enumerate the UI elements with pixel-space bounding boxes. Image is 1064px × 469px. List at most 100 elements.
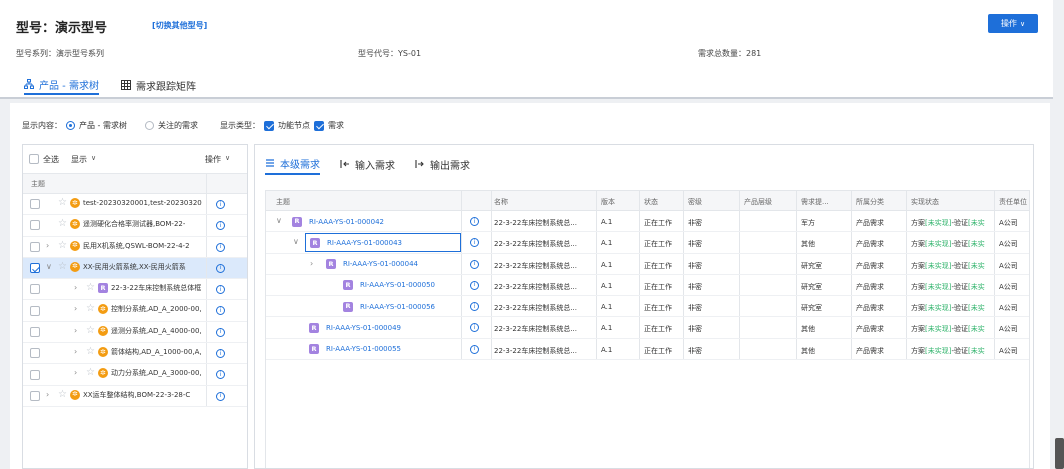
info-icon[interactable]: i: [470, 344, 479, 354]
tab-trace-matrix[interactable]: 需求跟踪矩阵: [120, 75, 196, 95]
tree-row[interactable]: › ☆ ✲ 控制分系统,AD_A_2000-00, i: [23, 300, 247, 322]
row-checkbox[interactable]: [30, 241, 40, 252]
row-checkbox[interactable]: [30, 305, 40, 316]
table-row[interactable]: R RI-AAA-YS-01-000049 i 22-3-22车床控制系统总... A.…: [266, 317, 1029, 339]
info-icon[interactable]: i: [216, 221, 225, 231]
tree-row[interactable]: › ☆ ✲ 箭体结构,AD_A_1000-00,A, i: [23, 343, 247, 365]
chevron-right-icon[interactable]: ›: [46, 241, 49, 250]
chevron-down-icon[interactable]: ∨: [46, 262, 52, 271]
info-icon[interactable]: i: [216, 327, 225, 337]
row-checkbox[interactable]: [30, 369, 40, 380]
requirement-id-link[interactable]: RI-AAA-YS-01-000049: [326, 324, 401, 332]
row-checkbox[interactable]: [30, 284, 40, 295]
tab-product-tree[interactable]: 产品 - 需求树: [24, 75, 99, 95]
requirement-id-cell[interactable]: R RI-AAA-YS-01-000042: [288, 212, 384, 231]
info-icon[interactable]: i: [216, 200, 225, 209]
requirement-id-link[interactable]: RI-AAA-YS-01-000056: [360, 303, 435, 311]
column-divider: [851, 211, 852, 232]
info-icon[interactable]: i: [216, 263, 225, 273]
requirement-id-cell[interactable]: R RI-AAA-YS-01-000044: [322, 255, 418, 274]
info-icon[interactable]: i: [216, 242, 225, 252]
star-icon[interactable]: ☆: [58, 389, 67, 400]
requirement-id-link[interactable]: RI-AAA-YS-01-000044: [343, 260, 418, 268]
tree-column-title: 主题: [31, 179, 45, 188]
row-checkbox[interactable]: [30, 390, 40, 401]
row-checkbox[interactable]: [30, 263, 40, 274]
row-checkbox[interactable]: [30, 326, 40, 337]
tree-node-label: XX-民用火箭系统,XX-民用火箭系: [82, 262, 186, 271]
info-icon[interactable]: i: [216, 349, 225, 359]
scrollbar-thumb[interactable]: [1055, 438, 1064, 469]
table-row[interactable]: › R RI-AAA-YS-01-000044 i 22-3-22车床控制系统总... A…: [266, 253, 1029, 275]
requirement-id-link[interactable]: RI-AAA-YS-01-000055: [326, 345, 401, 353]
radio-product-tree[interactable]: [66, 121, 75, 130]
info-icon[interactable]: i: [470, 280, 479, 290]
requirement-id-cell[interactable]: R RI-AAA-YS-01-000050: [339, 276, 435, 295]
info-icon[interactable]: i: [470, 238, 479, 248]
table-row[interactable]: R RI-AAA-YS-01-000055 i 22-3-22车床控制系统总... A.…: [266, 338, 1029, 361]
tree-row[interactable]: ☆ ✲ 遥测硬化合格率测试器,BOM-22- i: [23, 215, 247, 237]
chevron-right-icon[interactable]: ›: [46, 390, 49, 399]
star-icon[interactable]: ☆: [86, 347, 95, 357]
star-icon[interactable]: ☆: [86, 325, 95, 336]
requirement-id-link[interactable]: RI-AAA-YS-01-000042: [309, 218, 384, 226]
operation-button[interactable]: 操作 ∨: [988, 14, 1038, 33]
tab-own-requirements[interactable]: 本级需求: [265, 153, 320, 175]
info-icon[interactable]: i: [470, 302, 479, 312]
chevron-right-icon[interactable]: ›: [74, 304, 77, 313]
star-icon[interactable]: ☆: [86, 368, 95, 378]
requirement-id-cell[interactable]: R RI-AAA-YS-01-000056: [339, 297, 435, 316]
info-icon[interactable]: i: [470, 259, 479, 269]
info-icon[interactable]: i: [216, 370, 225, 380]
chevron-right-icon[interactable]: ›: [74, 347, 77, 356]
star-icon[interactable]: ☆: [58, 198, 67, 208]
row-checkbox[interactable]: [30, 348, 40, 359]
tree-row[interactable]: › ☆ ✲ 民用X机系统,QSWL-BOM-22-4-2 i: [23, 236, 247, 258]
select-all-checkbox[interactable]: [29, 154, 39, 164]
requirement-id-link[interactable]: RI-AAA-YS-01-000050: [360, 281, 435, 289]
checkbox-requirement[interactable]: [313, 120, 324, 131]
chevron-right-icon[interactable]: ›: [310, 259, 313, 268]
info-icon[interactable]: i: [216, 285, 225, 295]
tree-row[interactable]: › ☆ ✲ 动力分系统,AD_A_3000-00, i: [23, 364, 247, 386]
chevron-right-icon[interactable]: ›: [74, 326, 77, 335]
tree-row[interactable]: › ☆ R 22-3-22车床控制系统总体框 i: [23, 279, 247, 301]
star-icon[interactable]: ☆: [58, 261, 67, 272]
radio-followed-requirements[interactable]: [144, 121, 154, 130]
info-icon[interactable]: i: [216, 306, 225, 316]
info-icon[interactable]: i: [216, 391, 225, 401]
star-icon[interactable]: ☆: [58, 240, 67, 251]
row-checkbox[interactable]: [30, 220, 40, 231]
table-row[interactable]: ∨ R RI-AAA-YS-01-000043 i 22-3-22车床控制系统总... A…: [266, 232, 1029, 254]
requirement-id-cell[interactable]: R RI-AAA-YS-01-000055: [305, 340, 401, 359]
cell-ver: A.1: [601, 260, 613, 269]
chevron-down-icon[interactable]: ∨: [293, 237, 299, 246]
table-row[interactable]: R RI-AAA-YS-01-000050 i 22-3-22车床控制系统总... A.…: [266, 274, 1029, 297]
chevron-down-icon[interactable]: ∨: [276, 216, 282, 225]
tree-row[interactable]: › ☆ ✲ XX运车整体结构,BOM-22-3-28-C i: [23, 385, 247, 407]
tab-input-requirements[interactable]: 输入需求: [340, 153, 395, 175]
chevron-right-icon[interactable]: ›: [74, 283, 77, 292]
star-icon[interactable]: ☆: [86, 283, 95, 293]
impl-phase-2: -验证: [951, 282, 968, 291]
star-icon[interactable]: ☆: [58, 219, 67, 229]
star-icon[interactable]: ☆: [86, 304, 95, 314]
info-icon[interactable]: i: [470, 323, 479, 333]
info-icon[interactable]: i: [470, 217, 479, 226]
tree-row[interactable]: ☆ ✲ test-20230320001,test-20230320 i: [23, 194, 247, 216]
table-row[interactable]: R RI-AAA-YS-01-000056 i 22-3-22车床控制系统总... A.…: [266, 296, 1029, 318]
requirement-id-cell[interactable]: R RI-AAA-YS-01-000043: [305, 233, 461, 253]
row-checkbox[interactable]: [30, 199, 40, 210]
chevron-right-icon[interactable]: ›: [74, 368, 77, 377]
tab-output-requirements[interactable]: 输出需求: [415, 153, 470, 175]
checkbox-function-node[interactable]: [263, 120, 274, 131]
display-dropdown[interactable]: 显示 ∨: [71, 154, 96, 165]
switch-model-link[interactable]: [切换其他型号]: [152, 20, 207, 31]
requirement-icon: R: [97, 283, 108, 294]
tree-ops-dropdown[interactable]: 操作 ∨: [205, 154, 230, 165]
table-row[interactable]: ∨ R RI-AAA-YS-01-000042 i 22-3-22车床控制系统总... A…: [266, 211, 1029, 233]
tree-row[interactable]: › ☆ ✲ 遥测分系统,AD_A_4000-00, i: [23, 321, 247, 344]
tree-row[interactable]: ∨ ☆ ✲ XX-民用火箭系统,XX-民用火箭系 i: [23, 257, 247, 280]
requirement-id-link[interactable]: RI-AAA-YS-01-000043: [327, 239, 402, 247]
requirement-id-cell[interactable]: R RI-AAA-YS-01-000049: [305, 318, 401, 337]
